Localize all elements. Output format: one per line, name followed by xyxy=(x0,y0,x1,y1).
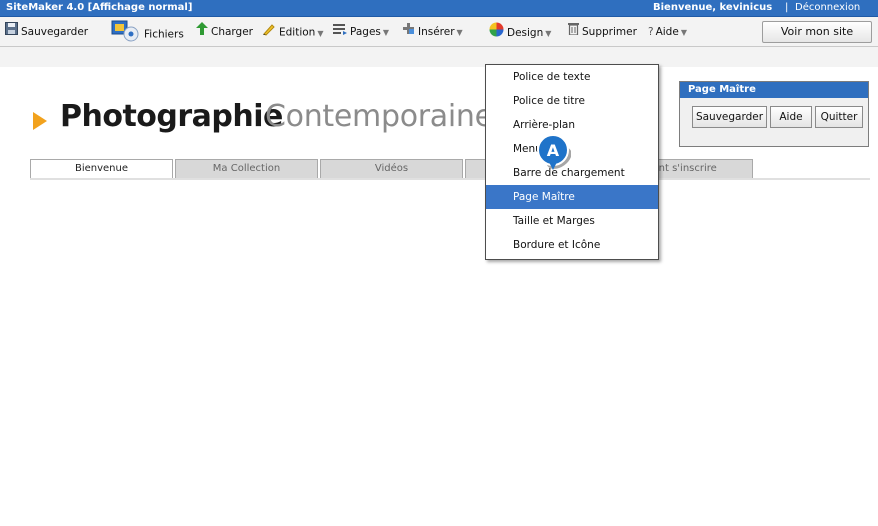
edit-menu[interactable]: Edition ▼ xyxy=(262,22,324,42)
up-arrow-icon xyxy=(196,22,208,42)
callout-marker-icon: A xyxy=(537,134,571,170)
save-label: Sauvegarder xyxy=(21,26,89,38)
master-save-button[interactable]: Sauvegarder xyxy=(692,106,767,128)
toolbar: Sauvegarder Fichiers Charger Edition ▼ Pa… xyxy=(0,17,878,67)
edit-caret-icon: ▼ xyxy=(317,28,324,38)
insert-icon xyxy=(402,22,415,42)
brand-arrow-icon xyxy=(33,112,47,130)
floppy-icon xyxy=(5,22,18,42)
view-site-button[interactable]: Voir mon site xyxy=(762,21,872,43)
design-menu-button[interactable]: Design ▼ xyxy=(489,22,551,42)
save-button[interactable]: Sauvegarder xyxy=(5,22,88,42)
menu-item-menu[interactable]: Menu xyxy=(486,137,658,161)
app-title: SiteMaker 4.0 [Affichage normal] xyxy=(6,2,193,13)
logout-link[interactable]: Déconnexion xyxy=(795,0,860,16)
question-icon: ? xyxy=(648,26,654,38)
design-label: Design xyxy=(507,27,544,39)
insert-caret-icon: ▼ xyxy=(456,28,463,37)
help-label: Aide xyxy=(655,26,679,38)
welcome-text: Bienvenue, kevinicus xyxy=(653,2,773,13)
master-page-panel: Page Maître Sauvegarder Aide Quitter xyxy=(679,81,869,147)
title-separator: | xyxy=(785,2,789,13)
color-palette-icon xyxy=(489,22,504,44)
delete-label: Supprimer xyxy=(582,26,637,38)
help-menu[interactable]: ? Aide ▼ xyxy=(648,22,687,42)
pencil-icon xyxy=(262,22,276,43)
marker-label: A xyxy=(547,141,560,160)
menu-item-police-titre[interactable]: Police de titre xyxy=(486,89,658,113)
menu-item-arriere-plan[interactable]: Arrière-plan xyxy=(486,113,658,137)
pages-label: Pages xyxy=(350,26,381,38)
upload-button[interactable]: Charger xyxy=(196,22,253,42)
title-bar: SiteMaker 4.0 [Affichage normal] Bienven… xyxy=(0,0,878,17)
site-title-light: Contemporaine xyxy=(265,99,493,134)
insert-menu[interactable]: Insérer ▼ xyxy=(402,22,463,42)
menu-item-police-texte[interactable]: Police de texte xyxy=(486,65,658,89)
pages-icon xyxy=(333,22,347,42)
insert-label: Insérer xyxy=(418,26,455,38)
menu-item-barre-chargement[interactable]: Barre de chargement xyxy=(486,161,658,185)
tab-bienvenue[interactable]: Bienvenue xyxy=(30,159,173,179)
master-panel-title: Page Maître xyxy=(680,82,868,98)
help-caret-icon: ▼ xyxy=(680,28,687,37)
upload-label: Charger xyxy=(211,26,253,38)
tabs-divider xyxy=(30,178,870,180)
master-help-button[interactable]: Aide xyxy=(770,106,812,128)
tab-ma-collection[interactable]: Ma Collection xyxy=(175,159,318,178)
edit-label: Edition xyxy=(279,26,316,39)
design-dropdown: Police de texte Police de titre Arrière-… xyxy=(485,64,659,260)
files-label: Fichiers xyxy=(144,28,184,41)
master-quit-button[interactable]: Quitter xyxy=(815,106,863,128)
files-icon xyxy=(111,19,141,50)
menu-item-page-maitre[interactable]: Page Maître xyxy=(486,185,658,209)
files-button[interactable]: Fichiers xyxy=(111,19,184,42)
design-caret-icon: ▼ xyxy=(545,29,552,38)
pages-caret-icon: ▼ xyxy=(382,28,390,37)
site-title-bold: Photographie xyxy=(60,99,283,134)
menu-item-bordure-icone[interactable]: Bordure et Icône xyxy=(486,233,658,257)
delete-button[interactable]: Supprimer xyxy=(568,22,637,42)
tab-videos[interactable]: Vidéos xyxy=(320,159,463,178)
pages-menu[interactable]: Pages ▼ xyxy=(333,22,389,42)
menu-item-taille-marges[interactable]: Taille et Marges xyxy=(486,209,658,233)
trash-icon xyxy=(568,22,579,42)
toolbar-row: Sauvegarder Fichiers Charger Edition ▼ Pa… xyxy=(0,17,878,47)
